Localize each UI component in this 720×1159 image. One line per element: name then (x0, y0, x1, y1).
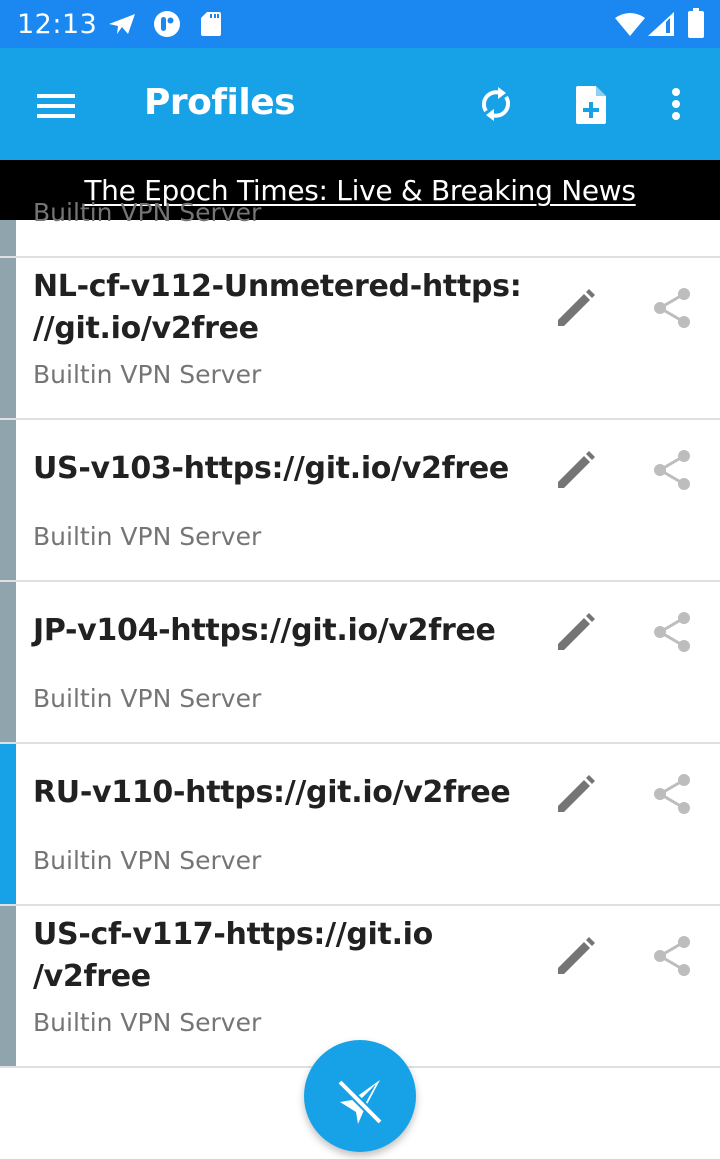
profile-name: NL-cf-v112-Unmetered-https: //git.io/v2f… (33, 266, 533, 350)
share-button[interactable] (648, 932, 696, 980)
vpn-disconnected-plane-icon (337, 1079, 383, 1125)
app-bar: Profiles (0, 48, 720, 160)
status-time: 12:13 (17, 9, 98, 40)
sd-card-icon (201, 12, 221, 36)
share-button[interactable] (648, 608, 696, 656)
selection-indicator-active (0, 744, 16, 904)
selection-indicator (0, 258, 16, 418)
share-icon (654, 450, 690, 490)
connect-vpn-fab[interactable] (304, 1040, 416, 1152)
add-file-icon (576, 86, 606, 124)
profile-subtitle: Builtin VPN Server (33, 198, 262, 227)
profile-item-selected[interactable]: RU-v110-https://git.io/v2free Builtin VP… (0, 744, 720, 906)
profile-item[interactable]: NL-cf-v112-Unmetered-https: //git.io/v2f… (0, 258, 720, 420)
profile-name-line2: //git.io/v2free (33, 311, 259, 346)
edit-pencil-icon (558, 775, 595, 812)
page-title: Profiles (144, 82, 296, 123)
edit-pencil-icon (558, 289, 595, 326)
profile-subtitle: Builtin VPN Server (33, 522, 262, 551)
wifi-icon (615, 13, 645, 36)
status-bar: 12:13 (0, 0, 720, 48)
profile-name-line1: US-cf-v117-https://git.io (33, 917, 433, 952)
selection-indicator (0, 906, 16, 1066)
cell-signal-icon (648, 12, 674, 36)
profile-item-partial[interactable]: Builtin VPN Server (0, 198, 720, 258)
profile-subtitle: Builtin VPN Server (33, 684, 262, 713)
profile-item[interactable]: US-v103-https://git.io/v2free Builtin VP… (0, 420, 720, 582)
selection-indicator (0, 220, 16, 256)
profile-name-line2: /v2free (33, 959, 151, 994)
profile-subtitle: Builtin VPN Server (33, 1008, 262, 1037)
more-vert-icon (672, 88, 680, 120)
profile-name: RU-v110-https://git.io/v2free (33, 775, 511, 810)
edit-button[interactable] (552, 608, 600, 656)
profile-subtitle: Builtin VPN Server (33, 846, 262, 875)
profile-item[interactable]: JP-v104-https://git.io/v2free Builtin VP… (0, 582, 720, 744)
share-icon (654, 612, 690, 652)
refresh-button[interactable] (470, 78, 522, 130)
selection-indicator (0, 582, 16, 742)
profile-name: US-v103-https://git.io/v2free (33, 451, 509, 486)
edit-pencil-icon (558, 937, 595, 974)
telegram-icon (109, 14, 135, 34)
edit-button[interactable] (552, 284, 600, 332)
app-notification-icon (154, 11, 180, 37)
edit-button[interactable] (552, 446, 600, 494)
hamburger-menu-icon[interactable] (30, 86, 82, 126)
edit-button[interactable] (552, 932, 600, 980)
edit-button[interactable] (552, 770, 600, 818)
profile-list: Builtin VPN Server NL-cf-v112-Unmetered-… (0, 198, 720, 1068)
refresh-icon (482, 87, 510, 121)
share-icon (654, 774, 690, 814)
add-profile-button[interactable] (566, 78, 618, 130)
share-button[interactable] (648, 446, 696, 494)
edit-pencil-icon (558, 451, 595, 488)
profile-name: US-cf-v117-https://git.io /v2free (33, 914, 533, 998)
profile-name-line1: NL-cf-v112-Unmetered-https: (33, 269, 522, 304)
profile-name: JP-v104-https://git.io/v2free (33, 613, 496, 648)
share-button[interactable] (648, 770, 696, 818)
share-icon (654, 288, 690, 328)
battery-icon (688, 8, 704, 38)
edit-pencil-icon (558, 613, 595, 650)
share-icon (654, 936, 690, 976)
selection-indicator (0, 420, 16, 580)
more-options-button[interactable] (650, 78, 702, 130)
profile-subtitle: Builtin VPN Server (33, 360, 262, 389)
share-button[interactable] (648, 284, 696, 332)
